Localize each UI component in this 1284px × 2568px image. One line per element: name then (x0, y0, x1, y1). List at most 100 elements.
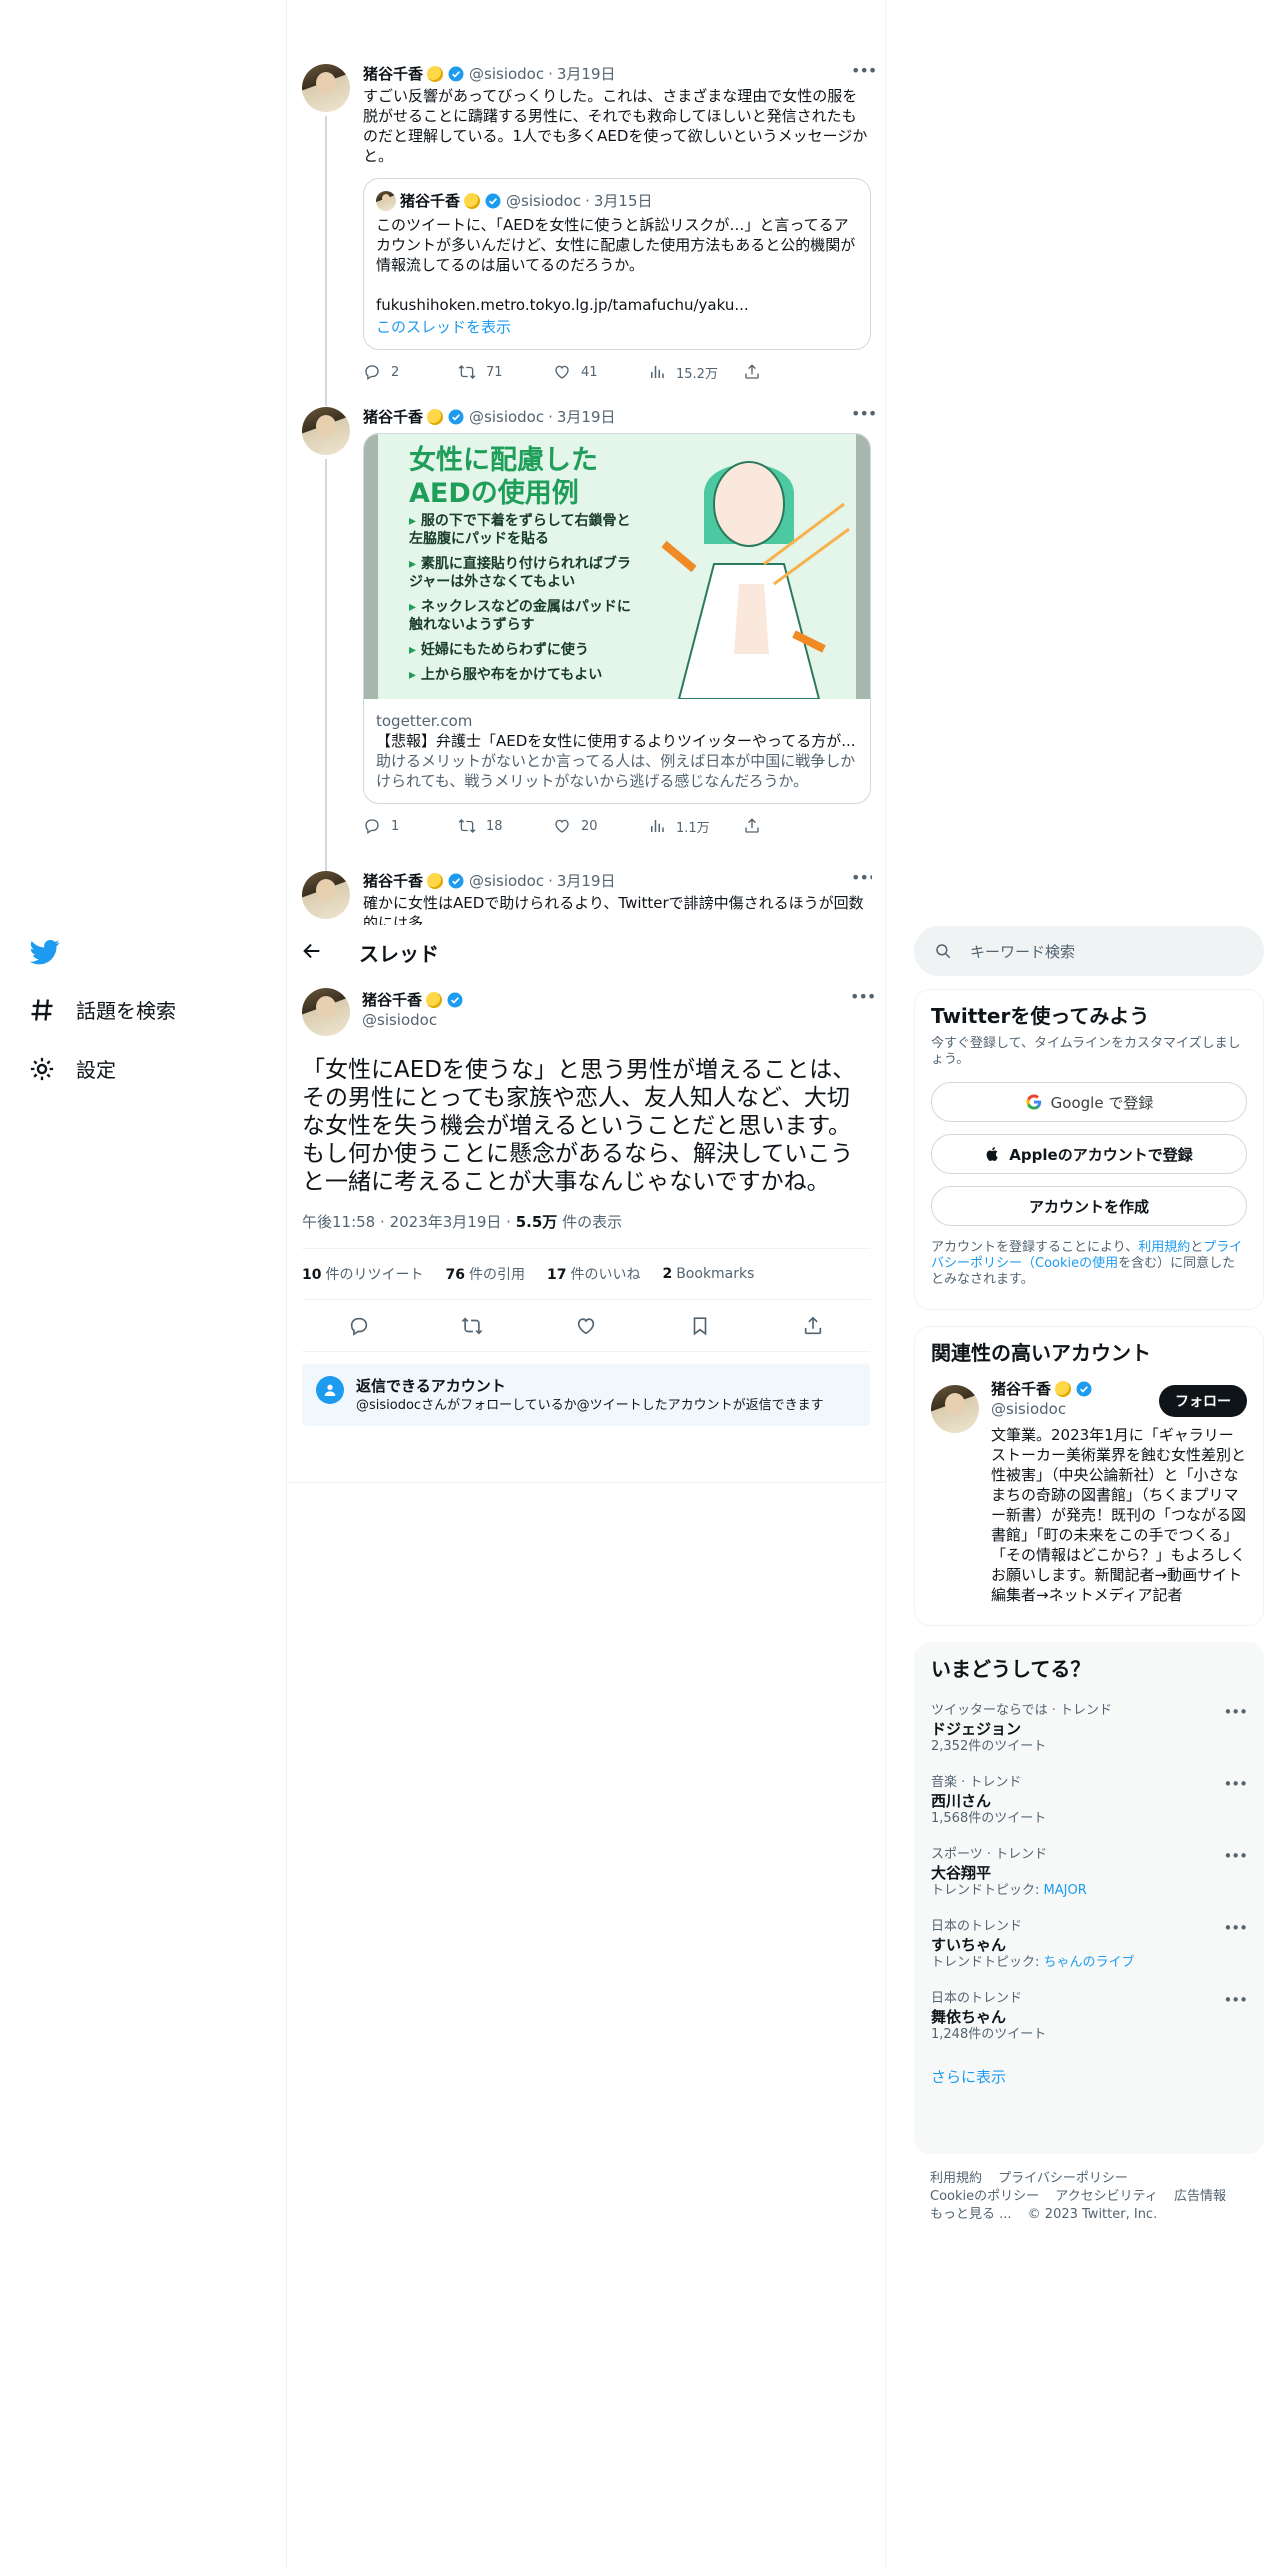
retweet-button[interactable]: 18 (458, 817, 553, 835)
retweets-stat[interactable]: 10 件のリツイート (302, 1264, 423, 1284)
like-button[interactable]: 20 (553, 817, 648, 835)
more-icon[interactable]: ••• (850, 989, 876, 1010)
quotes-stat[interactable]: 76 件の引用 (445, 1264, 524, 1284)
thread-connector (325, 459, 327, 872)
more-icon[interactable]: ••• (1223, 1775, 1248, 1793)
reply-count: 2 (391, 364, 400, 380)
related-account-name[interactable]: 猪谷千香 (991, 1379, 1051, 1399)
tweet-date[interactable]: 3月19日 (557, 407, 616, 427)
author-handle[interactable]: @sisiodoc (362, 1010, 464, 1030)
share-button[interactable] (743, 817, 838, 835)
signup-title: Twitterを使ってみよう (931, 1004, 1150, 1028)
trend-item[interactable]: 音楽 · トレンド 西川さん 1,568件のツイート ••• (931, 1775, 1248, 1827)
bookmark-icon[interactable] (689, 1315, 711, 1337)
quote-author-name: 猪谷千香 (400, 192, 461, 210)
trend-name: すいちゃん (931, 1936, 1007, 1954)
trend-topic-link[interactable]: MAJOR (1044, 1883, 1087, 1898)
heart-icon[interactable] (575, 1315, 597, 1337)
card-domain: togetter.com (376, 712, 473, 730)
author-handle[interactable]: @sisiodoc (469, 407, 544, 427)
follow-button[interactable]: フォロー (1159, 1385, 1247, 1417)
avatar[interactable] (931, 1385, 979, 1433)
footer-terms-link[interactable]: 利用規約 (930, 2171, 982, 2186)
thread-tweet[interactable]: 猪谷千香 @sisiodoc · 3月19日 ••• 確かに女性はAEDで助けら… (302, 871, 872, 925)
trend-topic-link[interactable]: ちゃんのライブ (1044, 1955, 1135, 1970)
reply-button[interactable]: 1 (363, 817, 458, 835)
trend-item[interactable]: ツイッターならでは · トレンド ドジェジョン 2,352件のツイート ••• (931, 1703, 1248, 1755)
search-icon (936, 944, 951, 959)
apple-signup-button[interactable]: Appleのアカウントで登録 (931, 1134, 1247, 1174)
footer-privacy-link[interactable]: プライバシーポリシー (998, 2171, 1128, 2186)
quote-link[interactable]: fukushihoken.metro.tokyo.lg.jp/tamafuchu… (376, 295, 858, 315)
verified-badge-icon (448, 409, 464, 425)
like-count: 41 (581, 364, 598, 380)
thread-header: スレッド (287, 925, 885, 978)
tweet-header: 猪谷千香 @sisiodoc · 3月19日 (363, 64, 871, 84)
search-input[interactable]: キーワード検索 (970, 941, 1075, 962)
author-handle[interactable]: @sisiodoc (469, 871, 544, 891)
bookmarks-stat[interactable]: 2 Bookmarks (662, 1266, 754, 1282)
reply-button[interactable]: 2 (363, 363, 458, 381)
google-signup-button[interactable]: Google で登録 (931, 1082, 1247, 1122)
more-icon[interactable]: ••• (1223, 1991, 1248, 2009)
author-name[interactable]: 猪谷千香 (362, 990, 422, 1010)
quote-date: 3月15日 (593, 192, 653, 210)
tweet-date[interactable]: 3月19日 (557, 64, 616, 84)
card-image-item: 素肌に直接貼り付けられればブラジャーは外さなくてもよい (409, 555, 639, 591)
quoted-tweet[interactable]: 猪谷千香 @sisiodoc · 3月15日 このツイートに、「AEDを女性に使… (363, 178, 871, 350)
avatar[interactable] (302, 407, 350, 455)
more-icon[interactable]: ••• (851, 406, 877, 427)
divider (287, 1482, 885, 1483)
nav-explore[interactable]: 話題を検索 (28, 995, 176, 1024)
views-button[interactable]: 15.2万 (648, 363, 743, 382)
avatar[interactable] (302, 871, 350, 919)
link-card[interactable]: 女性に配慮したAEDの使用例 服の下で下着をずらして右鎖骨と左脇腹にパッドを貼る… (363, 433, 871, 804)
retweet-button[interactable]: 71 (458, 363, 553, 381)
reply-icon (365, 819, 379, 835)
author-name[interactable]: 猪谷千香 (363, 871, 423, 891)
trend-item[interactable]: スポーツ · トレンド 大谷翔平 トレンドトピック: MAJOR ••• (931, 1847, 1248, 1899)
author-handle[interactable]: @sisiodoc (469, 64, 544, 84)
analytics-icon (651, 366, 664, 378)
trend-item[interactable]: 日本のトレンド すいちゃん トレンドトピック: ちゃんのライブ ••• (931, 1919, 1248, 1971)
share-icon[interactable] (802, 1315, 824, 1337)
reply-icon[interactable] (348, 1315, 370, 1337)
more-icon[interactable]: ••• (1223, 1919, 1248, 1937)
trend-name: ドジェジョン (931, 1720, 1022, 1738)
author-name[interactable]: 猪谷千香 (363, 407, 423, 427)
tweet-date[interactable]: 3月19日 (557, 871, 616, 891)
more-icon[interactable]: ••• (851, 871, 872, 891)
related-account[interactable]: フォロー 猪谷千香 @sisiodoc 文筆業。2023年1月に「ギャラリースト… (931, 1379, 1247, 1605)
terms-link[interactable]: 利用規約 (1138, 1240, 1190, 1255)
share-button[interactable] (743, 363, 838, 381)
avatar[interactable] (302, 64, 350, 112)
twitter-logo-icon[interactable] (28, 937, 62, 967)
footer-ads-link[interactable]: 広告情報 (1174, 2189, 1226, 2204)
avatar[interactable] (302, 988, 350, 1036)
back-arrow-icon[interactable] (301, 940, 323, 962)
quote-text: このツイートに、「AEDを女性に使うと訴訟リスクが…」と言ってるアカウントが多い… (376, 216, 856, 274)
bookmarks-count: 2 (662, 1266, 673, 1282)
footer-more-link[interactable]: もっと見る ... (930, 2207, 1012, 2222)
like-button[interactable]: 41 (553, 363, 648, 381)
create-account-button[interactable]: アカウントを作成 (931, 1186, 1247, 1226)
more-icon[interactable]: ••• (851, 63, 877, 84)
search-bar[interactable]: キーワード検索 (914, 926, 1264, 976)
show-thread-link[interactable]: このスレッドを表示 (376, 317, 858, 337)
legal-text: と (1190, 1240, 1204, 1255)
more-icon[interactable]: ••• (1223, 1847, 1248, 1865)
footer-cookie-link[interactable]: Cookieのポリシー (930, 2189, 1039, 2204)
tweet-date[interactable]: 2023年3月19日 (390, 1213, 502, 1231)
show-more-link[interactable]: さらに表示 (931, 2067, 1247, 2087)
views-button[interactable]: 1.1万 (648, 817, 743, 836)
author-name[interactable]: 猪谷千香 (363, 64, 423, 84)
footer-accessibility-link[interactable]: アクセシビリティ (1055, 2189, 1158, 2204)
trend-item[interactable]: 日本のトレンド 舞依ちゃん 1,248件のツイート ••• (931, 1991, 1248, 2043)
retweet-icon[interactable] (461, 1315, 483, 1337)
illustration-figure (661, 461, 850, 699)
tweet-time[interactable]: 午後11:58 (302, 1213, 375, 1231)
likes-stat[interactable]: 17 件のいいね (547, 1264, 640, 1284)
more-icon[interactable]: ••• (1223, 1703, 1248, 1721)
retweet-count: 18 (486, 818, 503, 834)
nav-settings[interactable]: 設定 (28, 1054, 116, 1083)
